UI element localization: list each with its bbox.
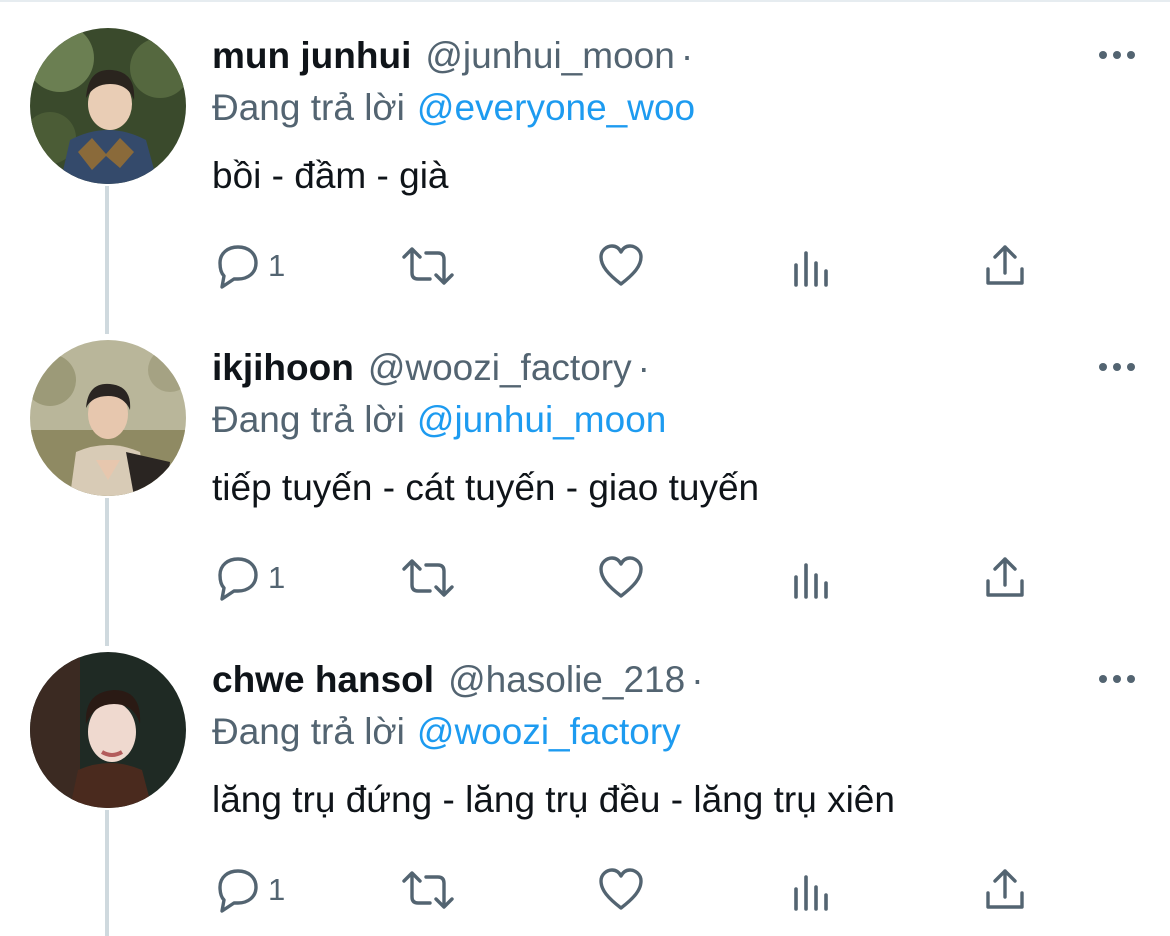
analytics-icon [794, 875, 828, 911]
avatar[interactable] [30, 652, 186, 808]
replying-to-link[interactable]: @woozi_factory [417, 711, 681, 752]
more-icon [1099, 363, 1135, 371]
share-button[interactable] [980, 550, 1030, 606]
more-options-button[interactable] [1094, 40, 1140, 70]
more-icon [1099, 675, 1135, 683]
display-name[interactable]: ikjihoon [212, 347, 354, 388]
more-options-button[interactable] [1094, 664, 1140, 694]
like-button[interactable] [596, 238, 646, 294]
username[interactable]: @woozi_factory [368, 347, 632, 388]
tweet[interactable]: ikjihoon @woozi_factory · Đang trả lời @jun… [0, 312, 1170, 624]
like-button[interactable] [596, 550, 646, 606]
reply-button[interactable]: 1 [212, 238, 285, 294]
analytics-icon [794, 563, 828, 599]
tweet-text: tiếp tuyến - cát tuyến - giao tuyến [212, 467, 760, 508]
display-name[interactable]: chwe hansol [212, 659, 434, 700]
more-icon [1099, 51, 1135, 59]
retweet-button[interactable] [398, 550, 458, 606]
tweet[interactable]: chwe hansol @hasolie_218 · Đang trả lời @wo… [0, 624, 1170, 936]
replying-to-link[interactable]: @junhui_moon [417, 399, 666, 440]
tweet-header: chwe hansol @hasolie_218 · [212, 658, 704, 702]
analytics-button[interactable] [790, 862, 834, 918]
tweet-text: bồi - đầm - già [212, 155, 449, 196]
reply-count: 1 [268, 872, 286, 907]
display-name[interactable]: mun junhui [212, 35, 411, 76]
avatar[interactable] [30, 28, 186, 184]
tweet-header: mun junhui @junhui_moon · [212, 34, 693, 78]
share-button[interactable] [980, 238, 1030, 294]
reply-count: 1 [268, 248, 286, 283]
replying-to: Đang trả lời @junhui_moon [212, 398, 666, 442]
separator-dot: · [680, 35, 694, 76]
heart-icon [599, 556, 643, 598]
retweet-button[interactable] [398, 862, 458, 918]
tweet-actions: 1 [212, 238, 1042, 294]
like-button[interactable] [596, 862, 646, 918]
analytics-button[interactable] [790, 238, 834, 294]
retweet-icon [402, 559, 454, 597]
analytics-icon [794, 251, 828, 287]
separator-dot: · [691, 659, 704, 700]
reply-icon [218, 869, 258, 913]
tweet-header: ikjihoon @woozi_factory · [212, 346, 650, 390]
share-icon [986, 869, 1024, 909]
replying-to-label: Đang trả lời [212, 399, 405, 440]
replying-to-label: Đang trả lời [212, 87, 405, 128]
tweet-text: lăng trụ đứng - lăng trụ đều - lăng trụ … [212, 779, 895, 820]
share-icon [986, 557, 1024, 597]
tweet[interactable]: mun junhui @junhui_moon · Đang trả lời @eve… [0, 0, 1170, 312]
replying-to: Đang trả lời @everyone_woo [212, 86, 695, 130]
retweet-icon [402, 247, 454, 285]
tweet-actions: 1 [212, 550, 1042, 606]
retweet-button[interactable] [398, 238, 458, 294]
username[interactable]: @hasolie_218 [448, 659, 685, 700]
avatar[interactable] [30, 340, 186, 496]
heart-icon [599, 868, 643, 910]
replying-to: Đang trả lời @woozi_factory [212, 710, 681, 754]
retweet-icon [402, 871, 454, 909]
share-button[interactable] [980, 862, 1030, 918]
reply-count: 1 [268, 560, 286, 595]
reply-icon [218, 245, 258, 289]
reply-button[interactable]: 1 [212, 550, 285, 606]
reply-icon [218, 557, 258, 601]
share-icon [986, 245, 1024, 285]
replying-to-label: Đang trả lời [212, 711, 405, 752]
heart-icon [599, 244, 643, 286]
username[interactable]: @junhui_moon [425, 35, 674, 76]
reply-button[interactable]: 1 [212, 862, 285, 918]
separator-dot: · [637, 347, 650, 388]
replying-to-link[interactable]: @everyone_woo [417, 87, 695, 128]
more-options-button[interactable] [1094, 352, 1140, 382]
analytics-button[interactable] [790, 550, 834, 606]
tweet-actions: 1 [212, 862, 1042, 918]
